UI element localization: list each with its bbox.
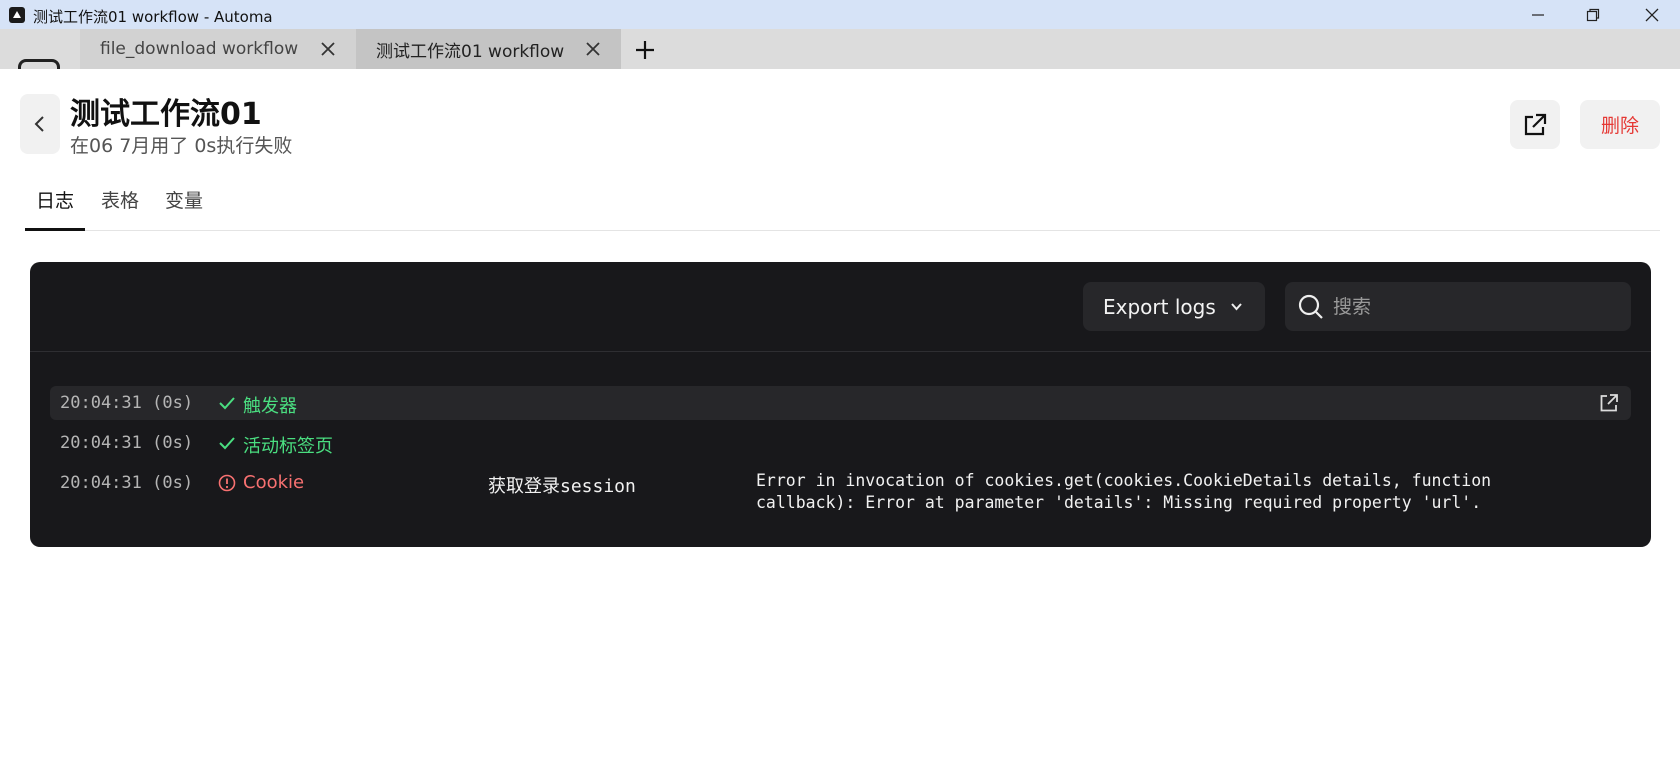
add-tab-icon[interactable] — [634, 39, 656, 61]
tab-test-workflow[interactable]: 测试工作流01 workflow — [356, 29, 621, 69]
close-window-button[interactable] — [1624, 0, 1680, 29]
log-time: 20:04:31 (0s) — [60, 393, 194, 413]
page-title: 测试工作流01 — [70, 97, 262, 132]
search-input[interactable] — [1333, 282, 1623, 331]
tab-close-icon[interactable] — [320, 41, 336, 57]
window-titlebar: 测试工作流01 workflow - Automa — [0, 0, 1680, 29]
close-icon — [1645, 8, 1659, 21]
log-block-name: 触发器 — [243, 396, 297, 417]
maximize-button[interactable] — [1565, 0, 1621, 29]
export-logs-label: Export logs — [1103, 294, 1216, 319]
tab-variables[interactable]: 变量 — [165, 186, 203, 213]
open-external-icon[interactable] — [1599, 393, 1619, 413]
search-box — [1285, 282, 1631, 331]
log-description: 获取登录session — [488, 476, 636, 497]
open-external-icon — [1524, 113, 1547, 135]
tab-label: 测试工作流01 workflow — [376, 41, 565, 62]
log-block-name: Cookie — [243, 472, 305, 493]
minimize-button[interactable] — [1510, 0, 1566, 29]
tab-label: file_download workflow — [100, 39, 299, 59]
check-icon — [219, 437, 235, 450]
tab-close-icon[interactable] — [585, 41, 601, 57]
check-icon — [219, 397, 235, 410]
page-tabs: 日志 表格 变量 — [25, 179, 1660, 231]
active-tab-indicator — [25, 228, 85, 231]
maximize-icon — [1586, 8, 1600, 21]
export-logs-button[interactable]: Export logs — [1083, 282, 1265, 331]
tab-logs[interactable]: 日志 — [36, 186, 74, 213]
log-row[interactable]: 20:04:31 (0s) 触发器 — [50, 386, 1631, 420]
tab-table[interactable]: 表格 — [101, 186, 139, 213]
tab-file-download[interactable]: file_download workflow — [80, 29, 356, 69]
log-time: 20:04:31 (0s) — [60, 473, 194, 493]
log-block-name: 活动标签页 — [243, 436, 333, 457]
log-error-line: Error in invocation of cookies.get(cooki… — [756, 471, 1492, 490]
log-row[interactable]: 20:04:31 (0s) Cookie 获取登录session Error i… — [50, 466, 1631, 522]
open-workflow-button[interactable] — [1510, 100, 1560, 149]
main-card: 测试工作流01 在06 7月用了 0s执行失败 删除 日志 表格 变量 Expo… — [0, 69, 1680, 775]
window-title: 测试工作流01 workflow - Automa — [33, 8, 273, 26]
log-row[interactable]: 20:04:31 (0s) 活动标签页 — [50, 426, 1631, 460]
log-toolbar: Export logs — [30, 262, 1651, 352]
delete-button[interactable]: 删除 — [1580, 100, 1660, 149]
log-time: 20:04:31 (0s) — [60, 433, 194, 453]
search-icon — [1298, 294, 1323, 319]
log-panel: Export logs 20:04:31 (0s) 触发器 20:04:31 (… — [30, 262, 1651, 547]
page-subtitle: 在06 7月用了 0s执行失败 — [70, 135, 293, 157]
back-chevron-icon — [34, 116, 44, 132]
minimize-icon — [1532, 13, 1544, 16]
browser-tab-strip: file_download workflow 测试工作流01 workflow — [0, 29, 1680, 73]
back-button[interactable] — [20, 94, 60, 154]
error-circle-icon — [218, 474, 236, 492]
chevron-down-icon — [1231, 303, 1242, 311]
app-icon — [9, 7, 25, 23]
log-error-line: callback): Error at parameter 'details':… — [756, 493, 1482, 512]
log-error-message: Error in invocation of cookies.get(cooki… — [756, 470, 1586, 514]
